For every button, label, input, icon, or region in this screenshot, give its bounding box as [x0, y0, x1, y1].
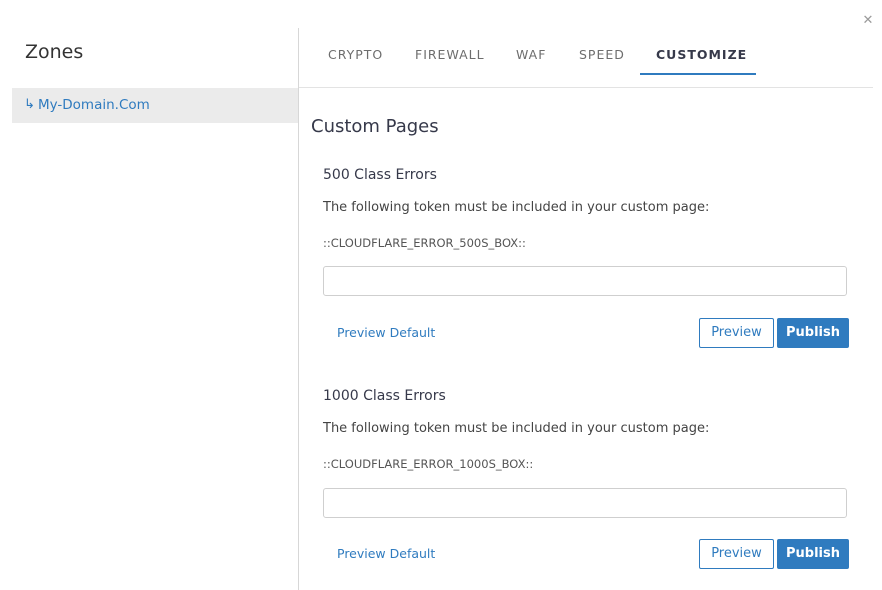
section-description-1000: The following token must be included in … [323, 421, 710, 436]
zones-title: Zones [25, 41, 84, 63]
tab-speed[interactable]: SPEED [579, 47, 625, 62]
active-tab-indicator [640, 73, 756, 75]
tab-crypto[interactable]: CRYPTO [328, 47, 383, 62]
sub-arrow-icon: ↳ [24, 97, 35, 112]
section-title-500: 500 Class Errors [323, 167, 437, 183]
publish-button-1000[interactable]: Publish [777, 539, 849, 569]
sidebar-item-label: My-Domain.Com [38, 97, 150, 113]
tab-waf[interactable]: WAF [516, 47, 546, 62]
custom-page-url-input-500[interactable] [323, 266, 847, 296]
preview-default-link-1000[interactable]: Preview Default [337, 546, 435, 561]
tab-bar-divider [299, 87, 873, 88]
tab-bar: CRYPTO FIREWALL WAF SPEED CUSTOMIZE [299, 28, 873, 88]
sidebar-item-my-domain[interactable]: ↳ My-Domain.Com [12, 88, 298, 123]
token-1000: ::CLOUDFLARE_ERROR_1000S_BOX:: [323, 457, 534, 471]
tab-firewall[interactable]: FIREWALL [415, 47, 485, 62]
preview-default-link-500[interactable]: Preview Default [337, 325, 435, 340]
preview-button-500[interactable]: Preview [699, 318, 774, 348]
custom-page-url-input-1000[interactable] [323, 488, 847, 518]
token-500: ::CLOUDFLARE_ERROR_500S_BOX:: [323, 236, 526, 250]
zones-sidebar: Zones ↳ My-Domain.Com [0, 0, 298, 590]
section-description-500: The following token must be included in … [323, 200, 710, 215]
publish-button-500[interactable]: Publish [777, 318, 849, 348]
section-title-1000: 1000 Class Errors [323, 388, 446, 404]
page-title: Custom Pages [311, 116, 439, 137]
preview-button-1000[interactable]: Preview [699, 539, 774, 569]
sidebar-divider [298, 28, 299, 590]
tab-customize[interactable]: CUSTOMIZE [656, 47, 747, 62]
close-icon[interactable]: ✕ [862, 14, 874, 28]
